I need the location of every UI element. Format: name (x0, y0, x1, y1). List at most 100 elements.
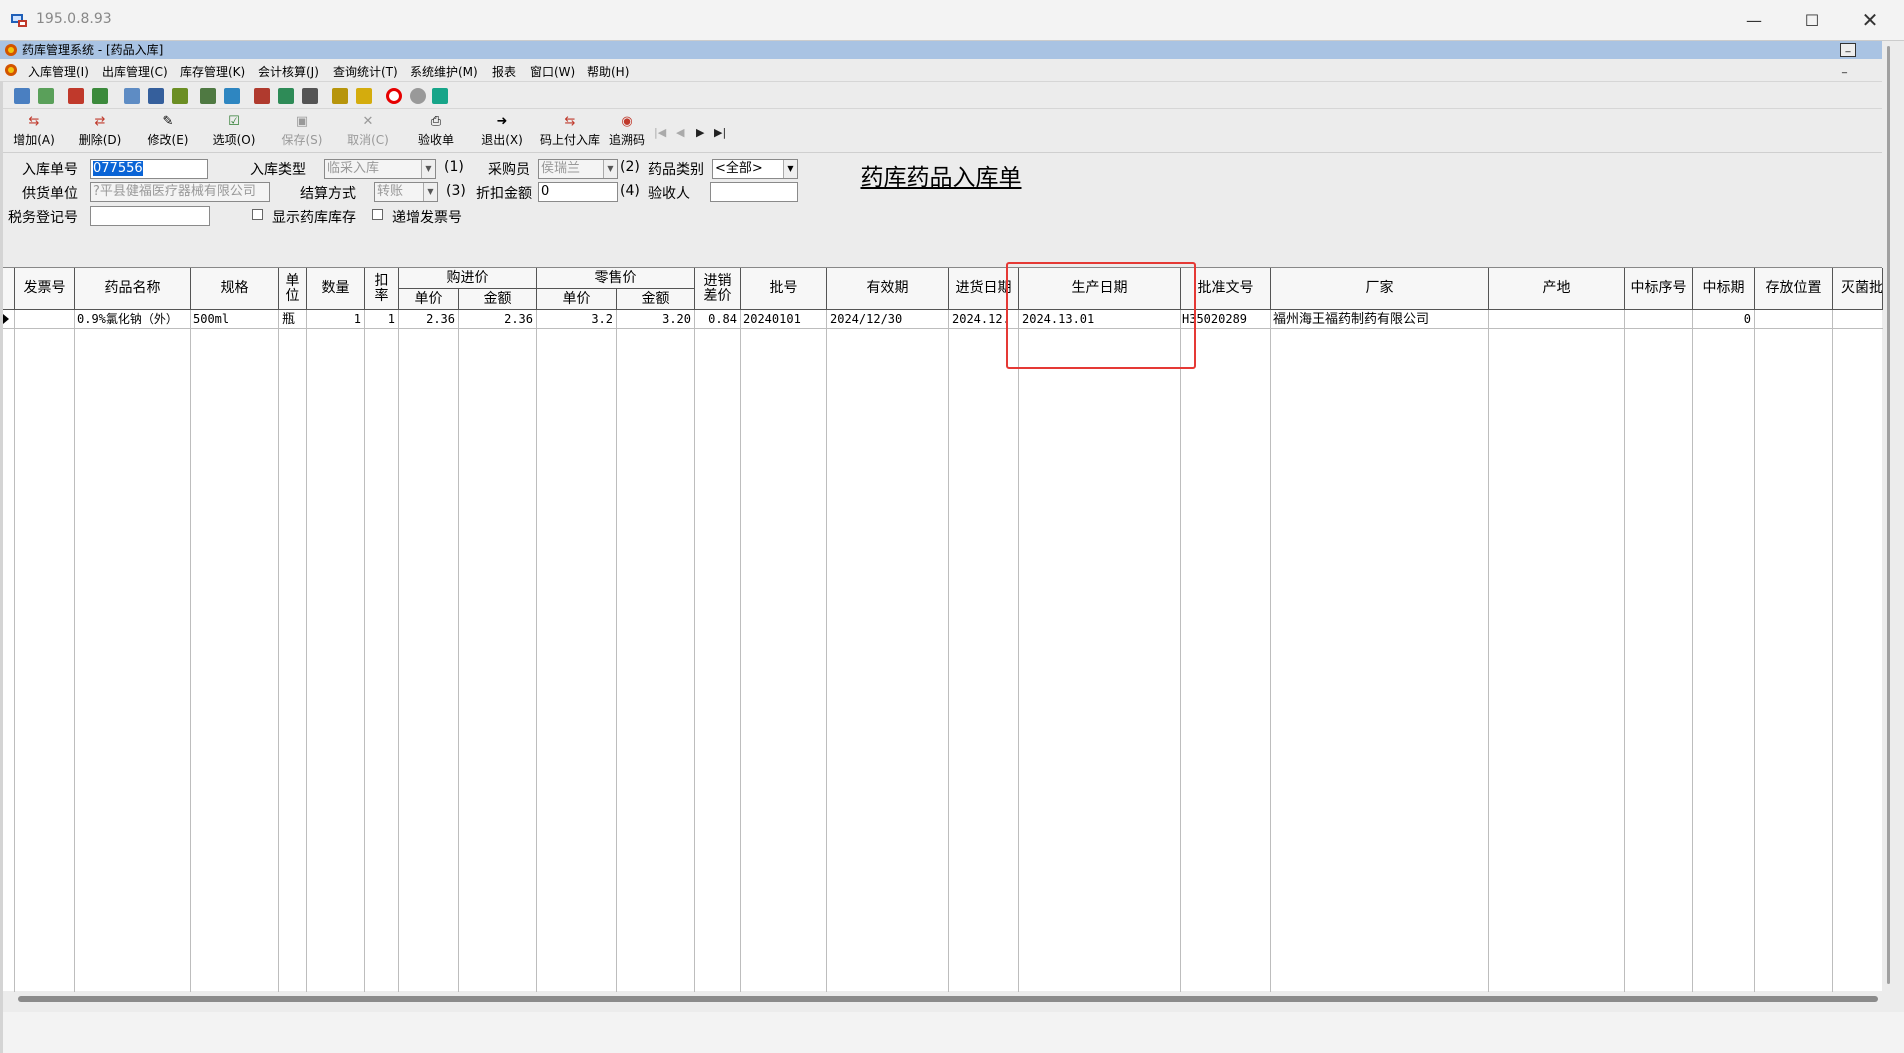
inbound-grid[interactable]: 发票号 药品名称 规格 单位 数量 扣率 购进价 单价 金额 零售价 单价 金额… (0, 267, 1883, 992)
folder-icon[interactable] (332, 88, 348, 104)
cell-invoice[interactable] (17, 311, 73, 328)
menu-window[interactable]: 窗口(W) (530, 63, 575, 80)
menu-accounting[interactable]: 会计核算(J) (258, 63, 319, 80)
cell-qty[interactable]: 1 (309, 311, 361, 328)
add-button[interactable]: ⇆ 增加(A) (4, 113, 64, 149)
settle-select[interactable]: 转账 ▼ (374, 182, 438, 202)
col-location[interactable]: 存放位置 (1755, 268, 1833, 310)
options-button[interactable]: ☑ 选项(O) (204, 113, 264, 149)
cell-expiry[interactable]: 2024/12/30 (830, 311, 946, 328)
col-expiry[interactable]: 有效期 (827, 268, 949, 310)
chevron-down-icon[interactable]: ▼ (421, 160, 435, 178)
chevron-down-icon[interactable]: ▼ (783, 160, 797, 178)
close-icon[interactable]: ✕ (1842, 0, 1898, 40)
cell-retail-amount[interactable]: 3.20 (619, 311, 691, 328)
col-purchase-price[interactable]: 单价 (399, 289, 459, 310)
col-bid-no[interactable]: 中标序号 (1625, 268, 1693, 310)
picture-icon[interactable] (148, 88, 164, 104)
cell-maker[interactable]: 福州海王福药制药有限公司 (1273, 311, 1487, 328)
minimize-icon[interactable]: — (1726, 0, 1782, 40)
disc-icon[interactable] (410, 88, 426, 104)
col-maker[interactable]: 厂家 (1271, 268, 1489, 310)
menu-help[interactable]: 帮助(H) (587, 63, 629, 80)
thermometer-icon[interactable] (356, 88, 372, 104)
menu-inbound[interactable]: 入库管理(I) (28, 63, 89, 80)
menu-system[interactable]: 系统维护(M) (410, 63, 478, 80)
delete-button[interactable]: ⇄ 删除(D) (70, 113, 130, 149)
app-minimize-button[interactable]: _ (1840, 43, 1856, 57)
menu-minimize-button[interactable]: _ (1842, 63, 1856, 75)
app-menu-icon[interactable] (4, 63, 18, 77)
prev-record-icon[interactable]: ◀ (676, 126, 684, 139)
col-spec[interactable]: 规格 (191, 268, 279, 310)
doc-check-icon[interactable] (38, 88, 54, 104)
show-stock-checkbox[interactable] (252, 209, 263, 220)
cell-diff[interactable]: 0.84 (697, 311, 737, 328)
col-retail-amount[interactable]: 金额 (617, 289, 695, 310)
cell-origin[interactable] (1491, 311, 1621, 328)
buyer-select[interactable]: 侯瑞兰 ▼ (538, 159, 618, 179)
chevron-down-icon[interactable]: ▼ (423, 183, 437, 201)
receipt-button[interactable]: ⎙ 验收单 (406, 113, 466, 149)
category-select[interactable]: <全部> ▼ (712, 159, 798, 179)
menu-inventory[interactable]: 库存管理(K) (180, 63, 245, 80)
supplier-input[interactable]: ?平县健福医疗器械有限公司 (90, 182, 270, 202)
battery-icon[interactable] (172, 88, 188, 104)
excel-icon[interactable] (432, 88, 448, 104)
cancel-button[interactable]: ✕ 取消(C) (338, 113, 398, 149)
discount-input[interactable]: 0 (538, 182, 618, 202)
col-qty[interactable]: 数量 (307, 268, 365, 310)
col-purchase[interactable]: 购进价 (399, 268, 537, 289)
col-purchase-amount[interactable]: 金额 (459, 289, 537, 310)
trace-code-button[interactable]: ◉ 追溯码 (597, 113, 657, 149)
tree-icon[interactable] (278, 88, 294, 104)
horizontal-scrollbar[interactable] (18, 996, 1878, 1002)
cell-location[interactable] (1757, 311, 1829, 328)
cell-unit[interactable]: 瓶 (282, 311, 306, 328)
report-icon[interactable] (68, 88, 84, 104)
menu-query[interactable]: 查询统计(T) (333, 63, 398, 80)
type-select[interactable]: 临采入库 ▼ (324, 159, 436, 179)
first-record-icon[interactable]: |◀ (654, 126, 666, 139)
cell-spec[interactable]: 500ml (193, 311, 277, 328)
menu-reports[interactable]: 报表 (492, 63, 516, 80)
col-invoice[interactable]: 发票号 (15, 268, 75, 310)
book-icon[interactable] (224, 88, 240, 104)
cell-sterile[interactable] (1835, 311, 1881, 328)
cell-batch[interactable]: 20240101 (743, 311, 825, 328)
incr-invoice-checkbox[interactable] (372, 209, 383, 220)
col-name[interactable]: 药品名称 (75, 268, 191, 310)
cell-purchase-price[interactable]: 2.36 (401, 311, 455, 328)
scan-inbound-button[interactable]: ⇆ 码上付入库 (540, 113, 600, 149)
col-retail[interactable]: 零售价 (537, 268, 695, 289)
search-icon[interactable] (302, 88, 318, 104)
calendar-icon[interactable] (254, 88, 270, 104)
modify-button[interactable]: ✎ 修改(E) (138, 113, 198, 149)
menu-outbound[interactable]: 出库管理(C) (102, 63, 168, 80)
cell-retail-price[interactable]: 3.2 (539, 311, 613, 328)
col-diff[interactable]: 进销差价 (695, 268, 741, 310)
vertical-scrollbar[interactable] (1887, 46, 1890, 984)
col-retail-price[interactable]: 单价 (537, 289, 617, 310)
exit-button[interactable]: ➜ 退出(X) (472, 113, 532, 149)
cell-rate[interactable]: 1 (367, 311, 395, 328)
cell-bid-period[interactable]: 0 (1695, 311, 1751, 328)
col-sterile[interactable]: 灭菌批 (1833, 268, 1883, 310)
cell-bid-no[interactable] (1627, 311, 1689, 328)
col-batch[interactable]: 批号 (741, 268, 827, 310)
last-record-icon[interactable]: ▶| (714, 126, 726, 139)
order-no-input[interactable]: 077556 (90, 159, 208, 179)
col-origin[interactable]: 产地 (1489, 268, 1625, 310)
inspector-input[interactable] (710, 182, 798, 202)
save-button[interactable]: ▣ 保存(S) (272, 113, 332, 149)
next-record-icon[interactable]: ▶ (696, 126, 704, 139)
maximize-icon[interactable]: ☐ (1784, 0, 1840, 40)
mail-icon[interactable] (92, 88, 108, 104)
grid-icon[interactable] (200, 88, 216, 104)
doc-in-icon[interactable] (14, 88, 30, 104)
cell-purchase-amount[interactable]: 2.36 (461, 311, 533, 328)
cell-name[interactable]: 0.9%氯化钠（外） (77, 311, 189, 328)
chevron-down-icon[interactable]: ▼ (603, 160, 617, 178)
col-bid-period[interactable]: 中标期 (1693, 268, 1755, 310)
stop-icon[interactable] (386, 88, 402, 104)
